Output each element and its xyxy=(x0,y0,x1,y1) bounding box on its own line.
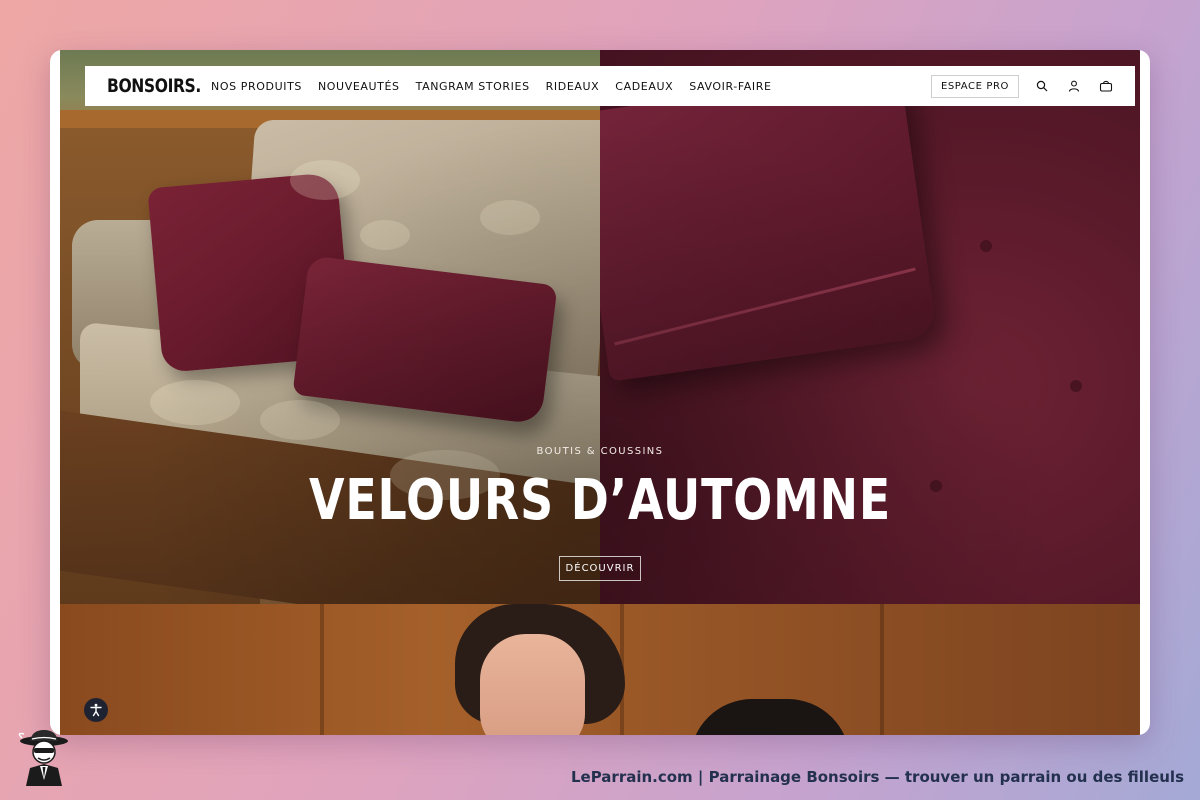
nav-item-nouveautes[interactable]: NOUVEAUTÉS xyxy=(318,80,400,93)
mascot-logo xyxy=(18,730,68,786)
nav-item-savoir-faire[interactable]: SAVOIR-FAIRE xyxy=(689,80,771,93)
accessibility-button[interactable] xyxy=(84,698,108,722)
hero-banner[interactable]: BOUTIS & COUSSINS VELOURS D’AUTOMNE DÉCO… xyxy=(60,50,1140,604)
lifestyle-section xyxy=(60,604,1140,735)
hero-title: VELOURS D’AUTOMNE xyxy=(308,468,892,533)
hero-eyebrow: BOUTIS & COUSSINS xyxy=(536,446,664,457)
nav-item-cadeaux[interactable]: CADEAUX xyxy=(615,80,673,93)
nav-item-rideaux[interactable]: RIDEAUX xyxy=(546,80,600,93)
nav-item-tangram-stories[interactable]: TANGRAM STORIES xyxy=(416,80,530,93)
site-header: BONSOIRS. NOS PRODUITS NOUVEAUTÉS TANGRA… xyxy=(85,66,1135,106)
brand-logo[interactable]: BONSOIRS. xyxy=(107,75,201,97)
nav-item-produits[interactable]: NOS PRODUITS xyxy=(211,80,302,93)
header-actions: ESPACE PRO xyxy=(930,74,1115,98)
page-viewport: BOUTIS & COUSSINS VELOURS D’AUTOMNE DÉCO… xyxy=(60,50,1140,735)
search-icon[interactable] xyxy=(1033,77,1051,95)
espace-pro-button[interactable]: ESPACE PRO xyxy=(930,74,1019,98)
accessibility-icon xyxy=(90,703,102,717)
footer-caption: LeParrain.com | Parrainage Bonsoirs — tr… xyxy=(570,768,1184,786)
main-nav: NOS PRODUITS NOUVEAUTÉS TANGRAM STORIES … xyxy=(211,80,772,93)
discover-button[interactable]: DÉCOUVRIR xyxy=(559,556,641,581)
browser-window: BOUTIS & COUSSINS VELOURS D’AUTOMNE DÉCO… xyxy=(50,50,1150,735)
cart-icon[interactable] xyxy=(1097,77,1115,95)
account-icon[interactable] xyxy=(1065,77,1083,95)
